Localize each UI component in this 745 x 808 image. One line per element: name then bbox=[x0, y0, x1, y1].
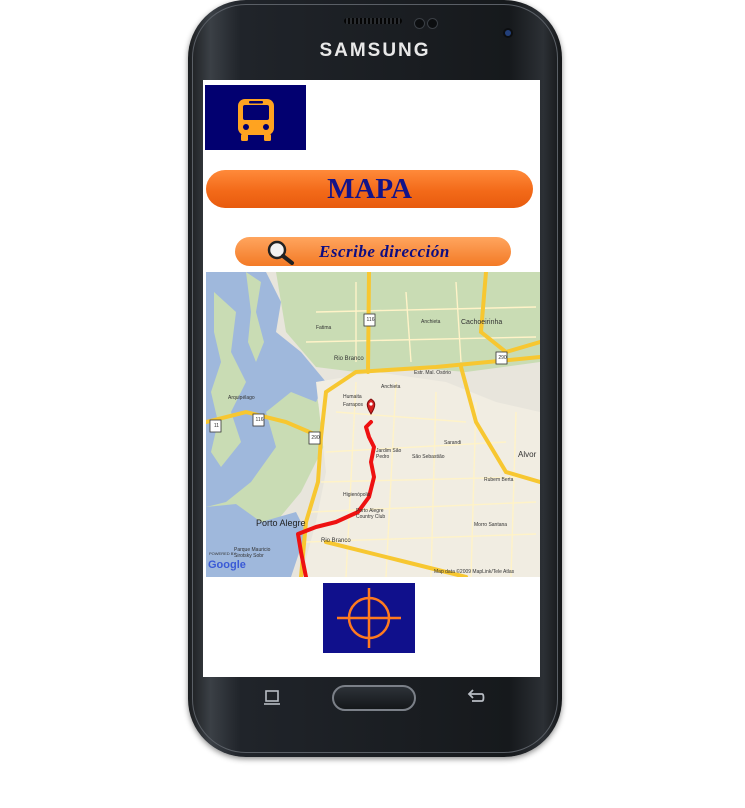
map-label-parque-mauricio: Parque Mauricio Sirotsky Sobr bbox=[234, 547, 271, 559]
map-label-cachoeirinha: Cachoeirinha bbox=[461, 319, 503, 326]
map-label-sarandi: Sarandi bbox=[444, 440, 462, 446]
map-label-rio-branco-top: Rio Branco bbox=[334, 356, 364, 362]
light-sensor bbox=[427, 18, 438, 29]
search-icon bbox=[267, 240, 294, 265]
map-label-jardim-sao-pedro: Jardim São Pedro bbox=[376, 448, 402, 460]
map-label-anchieta: Anchieta bbox=[381, 384, 401, 390]
search-placeholder: Escribe dirección bbox=[319, 242, 450, 261]
map-label-rubem-berta: Rubem Berta bbox=[484, 477, 514, 483]
map-label-morro-santana: Morro Santana bbox=[474, 522, 508, 528]
highway-shield-290-east: 290 bbox=[498, 355, 507, 361]
highway-shield-116-west: 116 bbox=[255, 417, 264, 423]
map-label-sao-sebastiao: São Sebastião bbox=[412, 454, 445, 460]
google-logo: Google bbox=[208, 559, 246, 571]
home-button[interactable] bbox=[332, 685, 416, 711]
map-label-anchieta-top: Anchieta bbox=[421, 319, 441, 325]
map-label-estrada: Estr. Mal. Osório bbox=[414, 370, 451, 376]
route-map[interactable]: Cachoeirinha Anchieta Anchieta Rio Branc… bbox=[206, 272, 540, 577]
powered-by-label: POWERED BY bbox=[209, 551, 237, 556]
page-title: MAPA bbox=[206, 170, 533, 208]
highway-shield-116: 116 bbox=[366, 317, 375, 323]
map-label-fatima: Fatima bbox=[316, 325, 332, 331]
app-logo-tile bbox=[205, 85, 306, 150]
highway-shield-290: 290 bbox=[311, 435, 320, 441]
earpiece-speaker bbox=[344, 18, 402, 24]
proximity-sensor bbox=[414, 18, 425, 29]
front-camera bbox=[505, 30, 511, 36]
map-label-humaita: Humaita bbox=[343, 394, 362, 400]
map-label-arquipelago: Arquipélago bbox=[228, 395, 255, 401]
map-attribution: Map data ©2009 MapLink/Tele Atlas bbox=[434, 569, 515, 575]
app-screen: MAPA Escribe dirección Cachoeirinha Anch… bbox=[203, 80, 540, 677]
map-label-farrapos: Farrapos bbox=[343, 402, 364, 408]
back-icon[interactable] bbox=[466, 688, 486, 706]
map-label-country-club: Porto Alegre Country Club bbox=[356, 508, 386, 520]
recent-apps-icon[interactable] bbox=[262, 690, 282, 706]
map-label-alvorada: Alvor bbox=[518, 450, 537, 459]
highway-shield-11: 11 bbox=[213, 423, 220, 429]
address-search-field[interactable]: Escribe dirección bbox=[235, 237, 511, 266]
locate-me-button[interactable] bbox=[323, 583, 415, 653]
map-label-rio-branco: Rio Branco bbox=[321, 538, 351, 544]
bus-icon bbox=[238, 99, 274, 141]
crosshair-icon bbox=[337, 588, 401, 648]
map-label-higienopolis: Higienópolis bbox=[343, 492, 371, 498]
brand-logo: SAMSUNG bbox=[319, 40, 431, 61]
map-label-porto-alegre: Porto Alegre bbox=[256, 518, 306, 528]
